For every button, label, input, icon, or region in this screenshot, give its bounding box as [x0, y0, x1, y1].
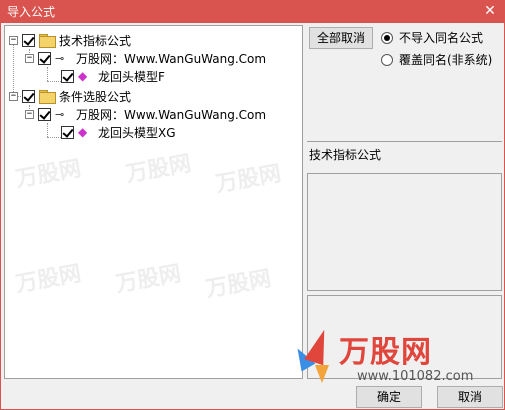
tree-connector — [47, 81, 61, 82]
tree-item-technical-formulas[interactable]: − 技术指标公式 — [9, 31, 131, 49]
radio-label: 不导入同名公式 — [399, 31, 484, 45]
tree-item-label: 龙回头模型F — [98, 69, 165, 84]
title-bar: 导入公式 ✕ — [1, 1, 504, 23]
collapse-icon[interactable]: − — [9, 91, 18, 101]
tree-checkbox[interactable] — [22, 33, 35, 47]
tree-item-screening-formulas[interactable]: − 条件选股公式 — [9, 87, 131, 105]
radio-unselected-icon[interactable] — [381, 53, 393, 66]
folder-icon — [39, 34, 56, 48]
collapse-icon[interactable]: − — [25, 53, 34, 63]
tree-checkbox[interactable] — [38, 51, 51, 65]
collapse-icon[interactable]: − — [9, 35, 18, 45]
tree-item-label: 万股网：Www.WanGuWang.Com — [76, 107, 267, 122]
formula-icon: ◆ — [78, 125, 88, 139]
radio-skip-duplicates[interactable]: 不导入同名公式 — [381, 29, 483, 46]
collapse-icon[interactable]: − — [25, 109, 34, 119]
tree-item-source-wanguwang[interactable]: − ⊸ 万股网：Www.WanGuWang.Com — [25, 49, 266, 67]
tree-item-formula-xg[interactable]: ◆ 龙回头模型XG — [61, 123, 176, 141]
formula-detail-box — [307, 295, 502, 379]
key-icon: ⊸ — [55, 51, 65, 65]
import-formula-dialog: 导入公式 ✕ − 技术指标公式 − ⊸ 万股网：Www.WanGuWang.Co… — [0, 0, 505, 410]
radio-overwrite-duplicates[interactable]: 覆盖同名(非系统) — [381, 51, 492, 68]
tree-item-label: 技术指标公式 — [59, 33, 132, 48]
radio-selected-icon[interactable] — [381, 31, 393, 44]
tree-checkbox[interactable] — [38, 107, 51, 121]
tree-checkbox[interactable] — [61, 69, 74, 83]
tree-item-label: 龙回头模型XG — [98, 125, 176, 140]
formula-category-label: 技术指标公式 — [307, 141, 502, 171]
radio-label: 覆盖同名(非系统) — [399, 53, 493, 67]
key-icon: ⊸ — [55, 107, 65, 121]
tree-item-source-wanguwang[interactable]: − ⊸ 万股网：Www.WanGuWang.Com — [25, 105, 266, 123]
tree-connector — [47, 137, 61, 138]
folder-icon — [39, 90, 56, 104]
window-title: 导入公式 — [7, 5, 56, 19]
cancel-all-button[interactable]: 全部取消 — [309, 27, 373, 49]
close-icon[interactable]: ✕ — [482, 3, 498, 19]
tree-checkbox[interactable] — [22, 89, 35, 103]
watermark-logo: 万股网 — [203, 266, 274, 303]
watermark-logo: 万股网 — [13, 156, 84, 193]
cancel-button[interactable]: 取消 — [437, 386, 503, 408]
tree-connector — [47, 67, 48, 81]
watermark-logo: 万股网 — [123, 151, 194, 188]
formula-tree[interactable]: − 技术指标公式 − ⊸ 万股网：Www.WanGuWang.Com ◆ 龙回头… — [4, 25, 303, 379]
ok-button[interactable]: 确定 — [356, 386, 422, 408]
watermark-logo: 万股网 — [213, 161, 284, 198]
tree-connector — [47, 123, 48, 137]
tree-item-label: 万股网：Www.WanGuWang.Com — [76, 51, 267, 66]
formula-icon: ◆ — [78, 69, 88, 83]
tree-checkbox[interactable] — [61, 125, 74, 139]
tree-item-label: 条件选股公式 — [59, 89, 132, 104]
tree-item-formula-f[interactable]: ◆ 龙回头模型F — [61, 67, 165, 85]
watermark-logo: 万股网 — [13, 261, 84, 298]
formula-description-box — [307, 173, 502, 291]
watermark-logo: 万股网 — [113, 261, 184, 298]
